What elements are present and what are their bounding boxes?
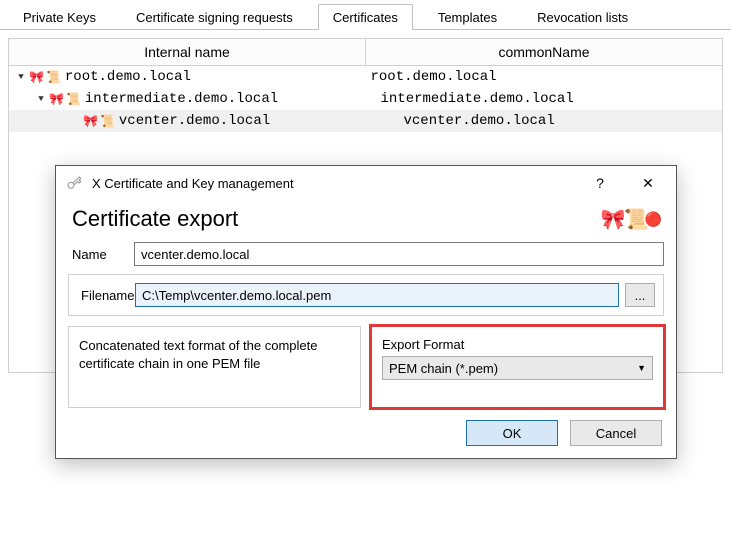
tab-revocation[interactable]: Revocation lists [522,4,643,30]
tab-private-keys[interactable]: Private Keys [8,4,111,30]
tree-cell-common: root.demo.local [371,69,497,85]
seal-icon: 🎀📜🔴 [601,207,662,232]
tree-cell-internal: intermediate.demo.local [85,91,278,107]
dialog-titlebar[interactable]: X Certificate and Key management ? ✕ [56,166,676,200]
tree-cell-common: intermediate.demo.local [381,91,574,107]
key-icon [64,173,84,193]
tree-row-intermediate[interactable]: ⯆ 🎀📜 intermediate.demo.local intermediat… [9,88,722,110]
browse-button[interactable]: ... [625,283,655,307]
export-dialog: X Certificate and Key management ? ✕ Cer… [55,165,677,459]
name-label: Name [68,247,134,262]
expander-root[interactable]: ⯆ [15,72,27,83]
help-button[interactable]: ? [580,169,620,197]
expander-intermediate[interactable]: ⯆ [35,94,47,105]
tree-row-vcenter[interactable]: 🎀📜 vcenter.demo.local vcenter.demo.local [9,110,722,132]
certificate-icon: 🎀📜 [29,70,61,85]
col-common-name[interactable]: commonName [366,39,722,65]
tree-header: Internal name commonName [9,39,722,66]
cancel-button[interactable]: Cancel [570,420,662,446]
filename-label: Filename [77,288,135,303]
tree-cell-internal: vcenter.demo.local [119,113,270,129]
export-format-value: PEM chain (*.pem) [389,361,498,376]
tree-cell-internal: root.demo.local [65,69,191,85]
tab-templates[interactable]: Templates [423,4,512,30]
format-description: Concatenated text format of the complete… [68,326,361,408]
filename-field[interactable] [135,283,619,307]
dialog-title: X Certificate and Key management [92,176,572,191]
name-field[interactable] [134,242,664,266]
export-format-combo[interactable]: PEM chain (*.pem) ▼ [382,356,653,380]
filename-group: Filename ... [68,274,664,316]
tab-bar: Private Keys Certificate signing request… [0,0,731,30]
certificate-icon: 🎀📜 [83,114,115,129]
ok-button[interactable]: OK [466,420,558,446]
tab-certificates[interactable]: Certificates [318,4,413,30]
tree-cell-common: vcenter.demo.local [404,113,555,129]
close-button[interactable]: ✕ [628,169,668,197]
export-format-panel: Export Format PEM chain (*.pem) ▼ [371,326,664,408]
dialog-heading: Certificate export [72,206,238,232]
chevron-down-icon: ▼ [637,363,646,373]
tab-csr[interactable]: Certificate signing requests [121,4,308,30]
export-format-label: Export Format [382,337,653,352]
tree-row-root[interactable]: ⯆ 🎀📜 root.demo.local root.demo.local [9,66,722,88]
certificate-icon: 🎀📜 [49,92,81,107]
col-internal-name[interactable]: Internal name [9,39,366,65]
